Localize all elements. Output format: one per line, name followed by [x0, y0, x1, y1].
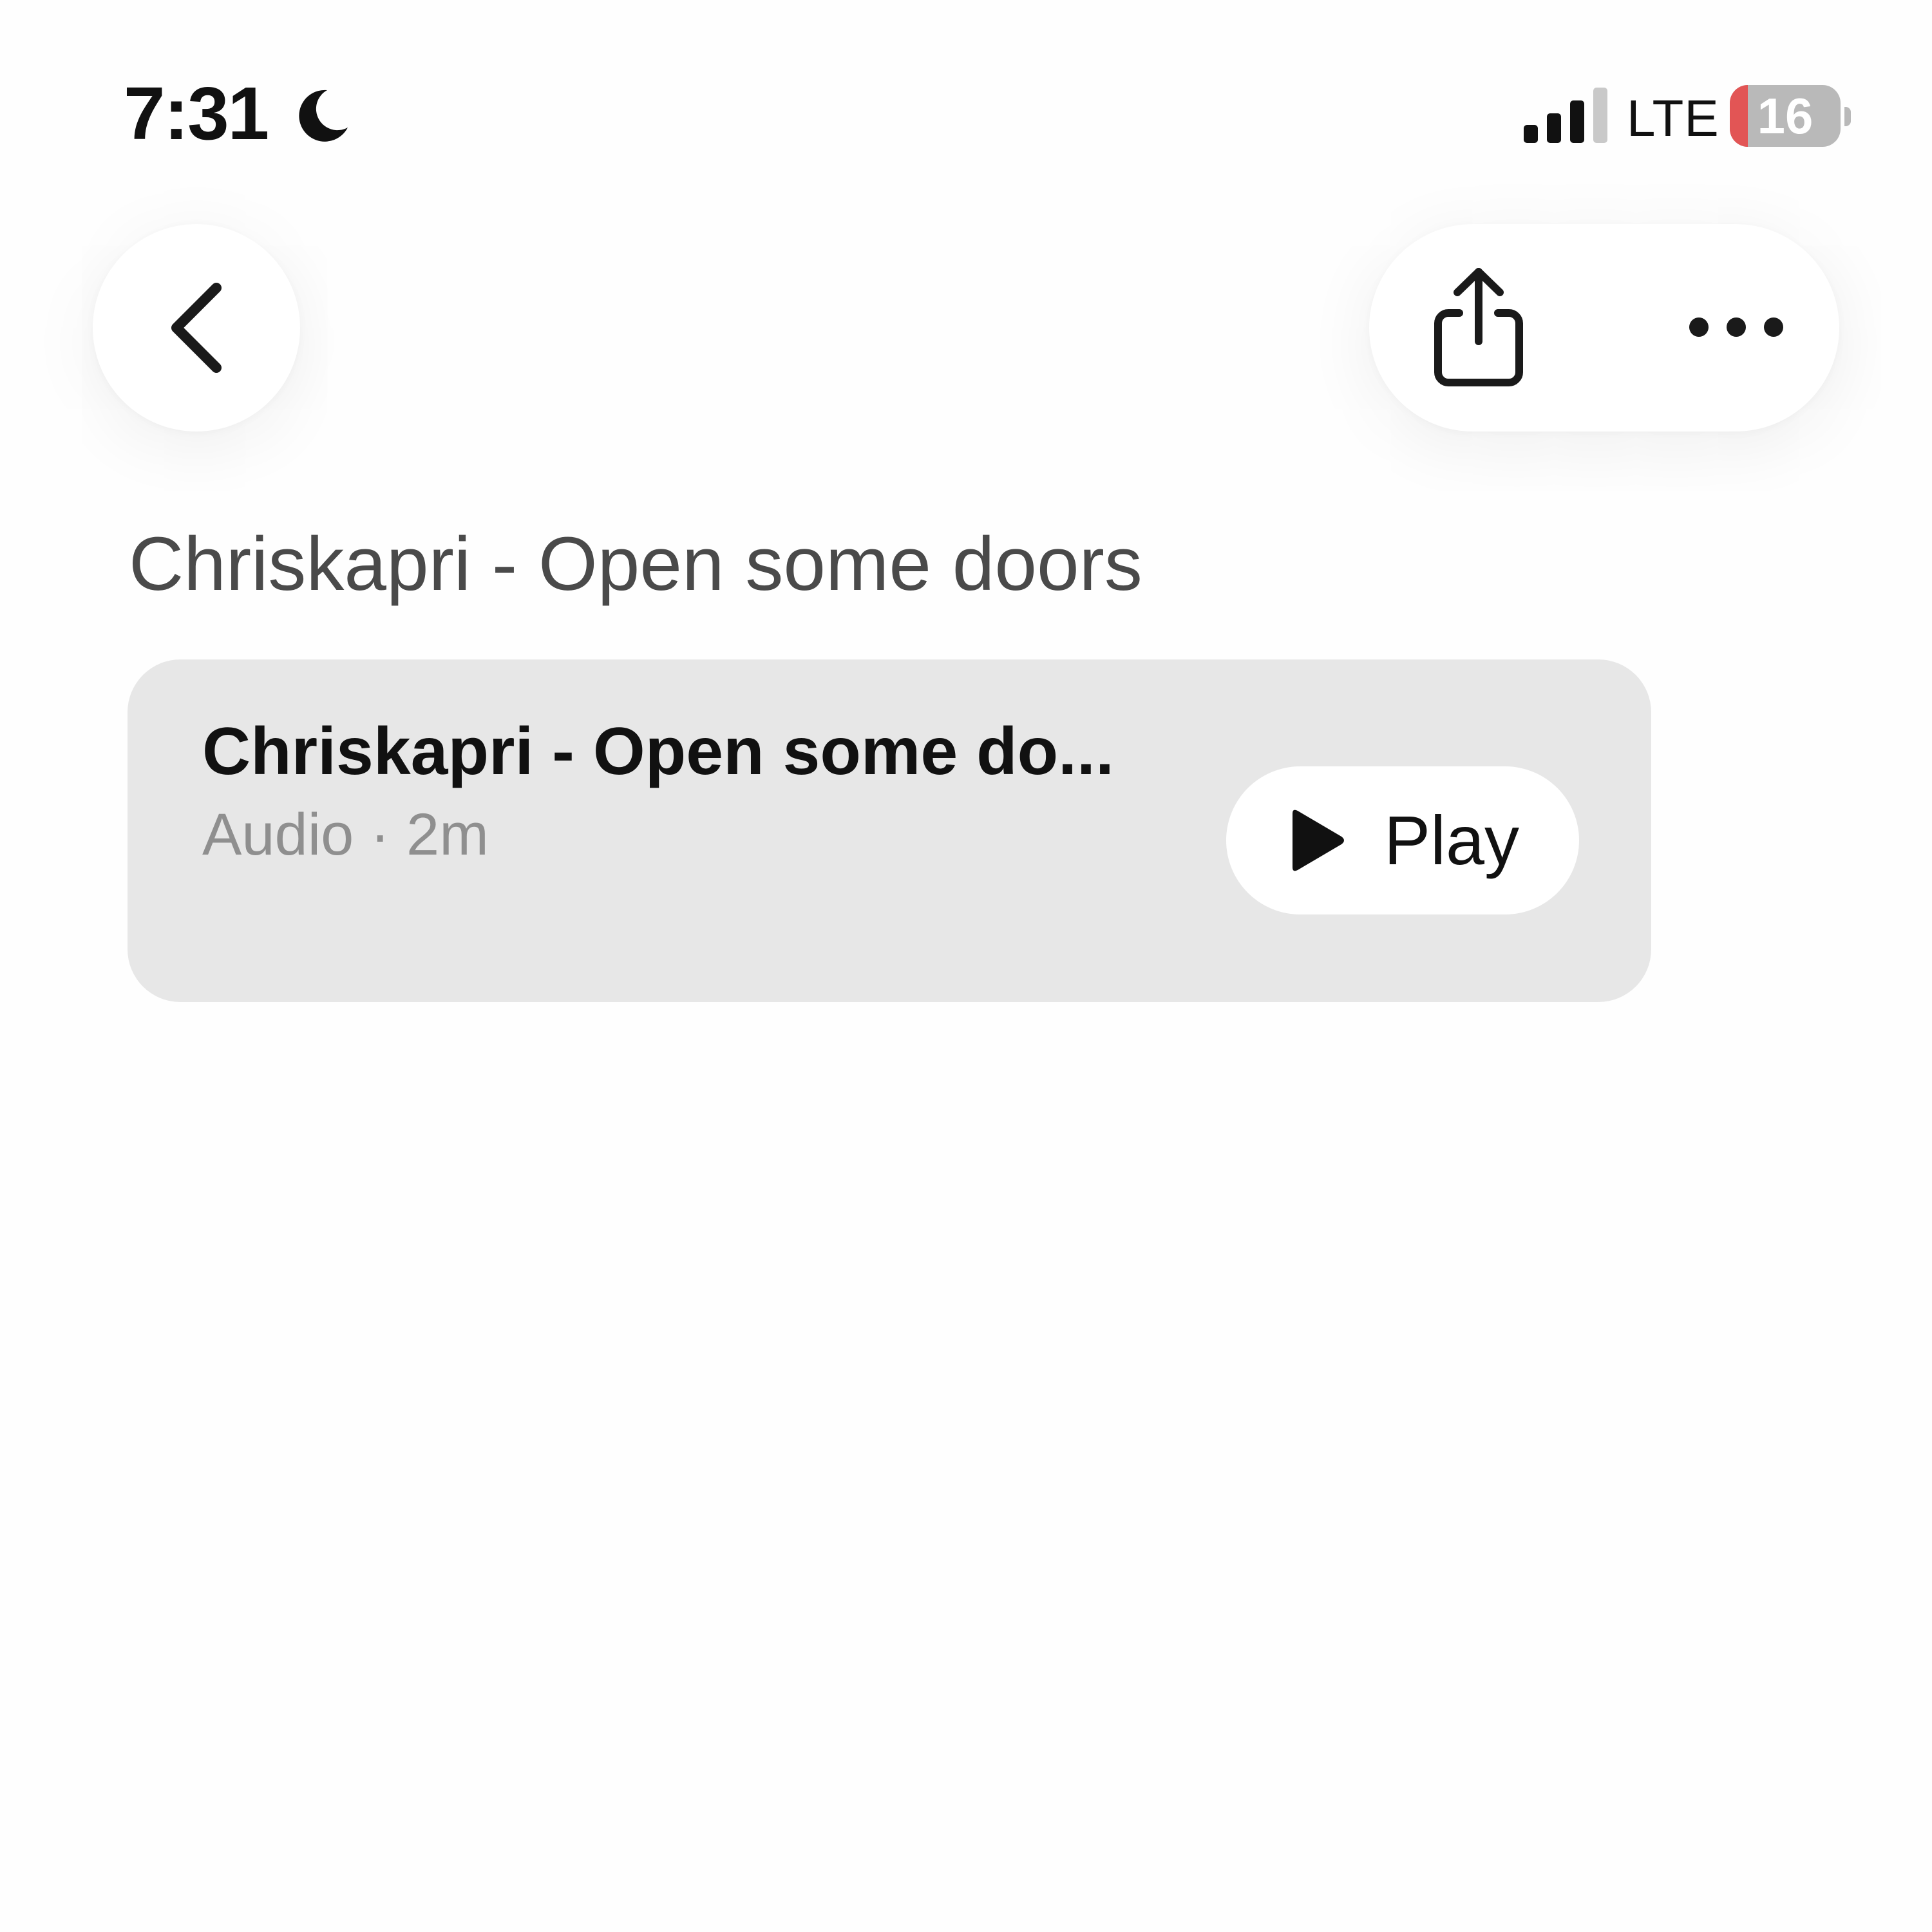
play-button[interactable]: Play: [1226, 766, 1579, 914]
audio-meta: Audio · 2m: [202, 802, 489, 867]
screen: 7:31 LTE 16 Chriskapri - Open some doors…: [0, 0, 1932, 1932]
page-title: Chriskapri - Open some doors: [129, 522, 1142, 607]
play-label: Play: [1383, 801, 1520, 879]
share-button[interactable]: [1414, 250, 1543, 404]
status-time: 7:31: [124, 71, 269, 155]
moon-icon: [299, 90, 348, 142]
battery-indicator: 16: [1730, 85, 1841, 147]
ellipsis-icon: [1689, 317, 1783, 337]
more-options-button[interactable]: [1672, 289, 1801, 366]
play-icon: [1292, 810, 1344, 871]
cellular-signal-icon: [1524, 88, 1607, 143]
chevron-left-icon: [171, 283, 222, 373]
share-icon: [1434, 268, 1523, 386]
battery-cap: [1844, 107, 1851, 126]
back-button[interactable]: [93, 224, 300, 431]
battery-percent: 16: [1757, 88, 1814, 144]
audio-title: Chriskapri - Open some do...: [202, 715, 1114, 789]
audio-attachment-card[interactable]: Chriskapri - Open some do... Audio · 2m …: [128, 659, 1651, 1002]
network-type-label: LTE: [1627, 90, 1719, 147]
